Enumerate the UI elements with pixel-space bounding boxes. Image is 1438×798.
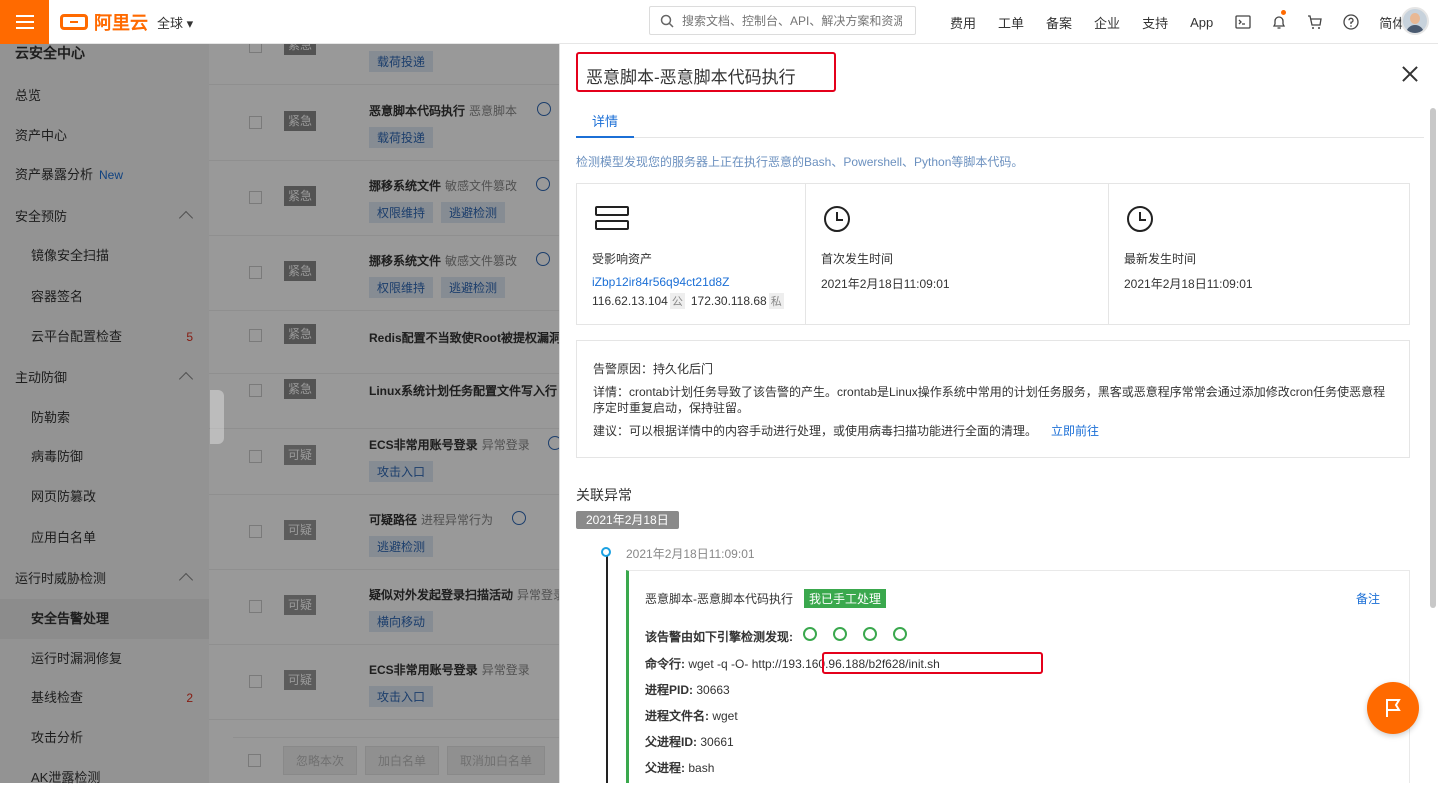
logo-text: 阿里云 <box>94 13 148 33</box>
ppid-value: 30661 <box>700 735 734 749</box>
pid-line: 进程PID: 30663 <box>645 681 730 698</box>
nav-tickets[interactable]: 工单 <box>998 13 1024 32</box>
parent-value: bash <box>688 761 715 775</box>
parent-line: 父进程: bash <box>645 759 714 776</box>
close-icon[interactable] <box>1402 66 1418 82</box>
nav-enterprise[interactable]: 企业 <box>1094 13 1120 32</box>
flag-icon <box>1386 699 1401 717</box>
asset-card: 受影响资产 iZbp12ir84r56q94ct21d8Z 116.62.13.… <box>577 184 806 324</box>
top-navigation-bar: 阿里云 全球 ▾ 费用 工单 备案 企业 支持 App 简体 <box>0 0 1438 44</box>
go-now-link[interactable]: 立即前往 <box>1051 424 1099 438</box>
server-icon <box>595 206 629 232</box>
scrollbar[interactable] <box>1430 108 1436 608</box>
alert-description: 检测模型发现您的服务器上正在执行恶意的Bash、Powershell、Pytho… <box>576 155 1024 169</box>
engine-3-icon <box>863 627 877 641</box>
event-card: 恶意脚本-恶意脚本代码执行 我已手工处理 备注 该告警由如下引擎检测发现: 命令… <box>626 570 1410 783</box>
nav-app[interactable]: App <box>1190 15 1213 30</box>
aliyun-logo[interactable]: 阿里云 <box>60 10 148 34</box>
modal-overlay[interactable] <box>0 44 559 783</box>
pname-label: 进程文件名: <box>645 709 709 723</box>
last-time-card: 最新发生时间 2021年2月18日11:09:01 <box>1109 184 1409 324</box>
alert-detail-drawer: 恶意脚本-恶意脚本代码执行 详情 检测模型发现您的服务器上正在执行恶意的Bash… <box>559 44 1438 783</box>
search-icon <box>660 14 674 28</box>
menu-button[interactable] <box>0 0 49 44</box>
clock-icon <box>824 206 850 232</box>
engine-1-icon <box>803 627 817 641</box>
asset-id-link[interactable]: iZbp12ir84r56q94ct21d8Z <box>592 275 729 289</box>
cmd-prefix: wget -q -O- <box>688 657 749 671</box>
engine-4-icon <box>893 627 907 641</box>
engine-label: 该告警由如下引擎检测发现: <box>645 630 793 644</box>
private-ip: 172.30.118.68 <box>690 294 767 308</box>
user-avatar[interactable] <box>1401 7 1429 35</box>
last-time-value: 2021年2月18日11:09:01 <box>1124 277 1253 291</box>
sidebar-collapse-handle[interactable] <box>210 390 224 444</box>
nav-billing[interactable]: 费用 <box>950 13 976 32</box>
feedback-button[interactable] <box>1367 682 1419 734</box>
public-ip-tag: 公 <box>669 293 685 309</box>
cart-icon[interactable] <box>1307 14 1323 30</box>
pid-value: 30663 <box>696 683 730 697</box>
first-time-card: 首次发生时间 2021年2月18日11:09:01 <box>806 184 1109 324</box>
drawer-tabs: 详情 <box>576 113 1424 138</box>
hamburger-icon <box>15 15 34 29</box>
private-ip-tag: 私 <box>768 293 784 309</box>
asset-label: 受影响资产 <box>592 252 653 266</box>
date-pill: 2021年2月18日 <box>576 511 679 529</box>
clock-icon <box>1127 206 1153 232</box>
ppid-label: 父进程ID: <box>645 735 697 749</box>
terminal-icon[interactable] <box>1235 14 1251 30</box>
first-time-value: 2021年2月18日11:09:01 <box>821 277 950 291</box>
last-time-label: 最新发生时间 <box>1124 252 1197 266</box>
summary-cards: 受影响资产 iZbp12ir84r56q94ct21d8Z 116.62.13.… <box>576 183 1410 325</box>
first-time-label: 首次发生时间 <box>821 252 894 266</box>
pname-line: 进程文件名: wget <box>645 707 738 724</box>
alert-advice: 建议：可以根据详情中的内容手动进行处理，或使用病毒扫描功能进行全面的清理。 <box>593 424 1038 438</box>
engine-2-icon <box>833 627 847 641</box>
tab-details[interactable]: 详情 <box>576 113 635 138</box>
search-box[interactable] <box>649 6 916 35</box>
url-highlight-box <box>822 652 1043 674</box>
cmd-label: 命令行: <box>645 657 685 671</box>
engine-icons <box>803 627 923 641</box>
aliyun-logo-icon <box>60 14 88 30</box>
alert-reason-box: 告警原因：持久化后门 详情：crontab计划任务导致了该告警的产生。cront… <box>576 340 1410 458</box>
timeline-line <box>606 554 608 783</box>
nav-support[interactable]: 支持 <box>1142 13 1168 32</box>
drawer-title: 恶意脚本-恶意脚本代码执行 <box>586 68 796 87</box>
asset-ips: 116.62.13.104 公 172.30.118.68 私 <box>592 293 790 309</box>
pid-label: 进程PID: <box>645 683 694 697</box>
parent-label: 父进程: <box>645 761 685 775</box>
handled-badge: 我已手工处理 <box>804 589 887 608</box>
help-icon[interactable] <box>1343 14 1359 30</box>
related-title: 关联异常 <box>576 487 632 503</box>
region-selector[interactable]: 全球 ▾ <box>157 13 193 32</box>
timeline-time: 2021年2月18日11:09:01 <box>626 547 755 561</box>
ppid-line: 父进程ID: 30661 <box>645 733 734 750</box>
alert-advice-line: 建议：可以根据详情中的内容手动进行处理，或使用病毒扫描功能进行全面的清理。 立即前… <box>593 423 1393 439</box>
nav-icp[interactable]: 备案 <box>1046 13 1072 32</box>
alert-detail: 详情：crontab计划任务导致了该告警的产生。crontab是Linux操作系… <box>593 385 1386 415</box>
alert-reason: 告警原因：持久化后门 <box>593 362 714 376</box>
search-input[interactable] <box>682 13 902 28</box>
top-nav-links: 费用 工单 备案 企业 支持 App 简体 <box>950 0 1427 44</box>
bell-icon[interactable] <box>1271 10 1287 30</box>
pname-value: wget <box>712 709 738 723</box>
event-title: 恶意脚本-恶意脚本代码执行 <box>645 592 793 606</box>
engine-line: 该告警由如下引擎检测发现: <box>645 628 793 645</box>
timeline-dot <box>601 547 611 557</box>
note-link[interactable]: 备注 <box>1356 590 1380 607</box>
public-ip: 116.62.13.104 <box>592 294 668 308</box>
